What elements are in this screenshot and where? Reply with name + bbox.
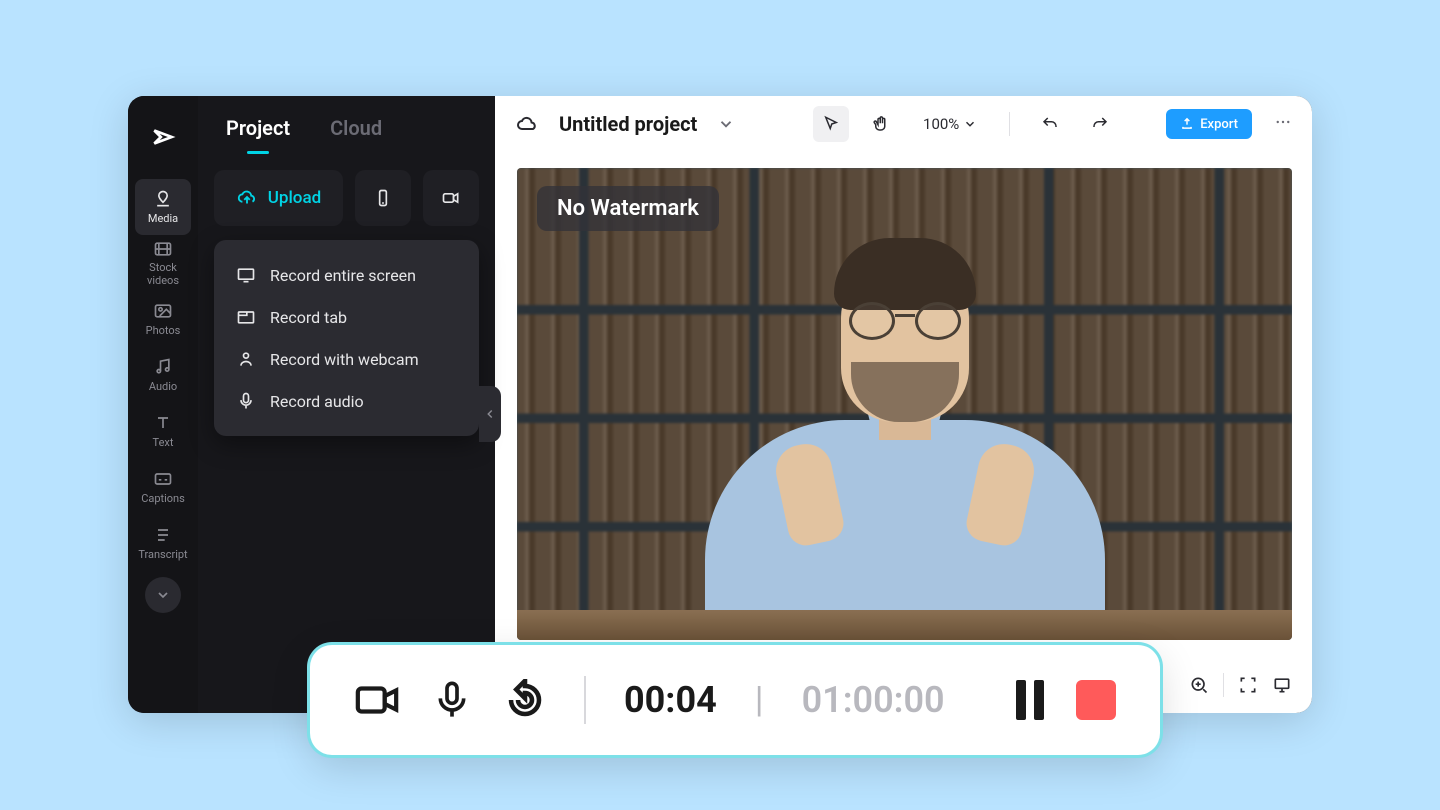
pointer-icon: [822, 115, 840, 133]
recbar-mic-button[interactable]: [432, 680, 472, 720]
fit-button[interactable]: [1238, 675, 1258, 695]
mic-icon: [432, 680, 472, 720]
sidebar-item-stock-videos[interactable]: Stock videos: [135, 235, 191, 291]
sidebar-more-button[interactable]: [145, 577, 181, 613]
upload-button[interactable]: Upload: [214, 170, 343, 226]
sidebar-item-label: Audio: [149, 380, 177, 393]
sidebar-item-captions[interactable]: Captions: [135, 459, 191, 515]
cloud-upload-icon: [236, 187, 258, 209]
tab-icon: [236, 307, 256, 327]
recbar-camera-button[interactable]: [354, 677, 400, 723]
sidebar-item-transcript[interactable]: Transcript: [135, 515, 191, 571]
phone-icon: [373, 188, 393, 208]
present-button[interactable]: [1272, 675, 1292, 695]
upload-label: Upload: [268, 188, 321, 208]
recbar-restart-button[interactable]: [504, 679, 546, 721]
time-separator: |: [755, 679, 764, 721]
zoom-level[interactable]: 100%: [923, 115, 977, 133]
mic-icon: [236, 391, 256, 411]
canvas-area: Untitled project 100% Exp: [495, 96, 1312, 713]
sidebar-item-media[interactable]: Media: [135, 179, 191, 235]
tab-project[interactable]: Project: [226, 116, 290, 140]
person-icon: [236, 349, 256, 369]
record-menu: Record entire screen Record tab Record w…: [214, 240, 479, 436]
restart-icon: [504, 679, 546, 721]
cloud-icon: [515, 112, 539, 136]
divider: [1009, 112, 1010, 136]
export-button[interactable]: Export: [1166, 109, 1252, 139]
zoom-in-icon: [1189, 675, 1209, 695]
zoom-in-button[interactable]: [1189, 675, 1209, 695]
record-menu-label: Record audio: [270, 392, 364, 411]
divider: [1223, 673, 1224, 697]
project-title[interactable]: Untitled project: [559, 112, 697, 136]
video-preview[interactable]: No Watermark: [517, 168, 1292, 640]
tab-cloud[interactable]: Cloud: [330, 116, 382, 140]
record-menu-label: Record entire screen: [270, 266, 416, 285]
presentation-icon: [1272, 675, 1292, 695]
pause-button[interactable]: [1016, 680, 1044, 720]
sidebar-item-label: Photos: [146, 324, 181, 337]
media-panel: Project Cloud Upload Record entire scree…: [198, 96, 495, 713]
sidebar-item-label: Media: [148, 212, 178, 225]
elapsed-time: 00:04: [624, 679, 717, 721]
undo-icon: [1041, 115, 1059, 133]
watermark-badge: No Watermark: [537, 186, 719, 231]
more-button[interactable]: [1274, 113, 1292, 135]
panel-tabs: Project Cloud: [198, 96, 495, 154]
fit-icon: [1238, 675, 1258, 695]
more-icon: [1274, 113, 1292, 131]
device-button[interactable]: [355, 170, 411, 226]
export-icon: [1180, 117, 1194, 131]
monitor-icon: [236, 265, 256, 285]
stop-button[interactable]: [1076, 680, 1116, 720]
sidebar-item-label: Text: [153, 436, 174, 449]
topbar: Untitled project 100% Exp: [495, 96, 1312, 152]
chevron-down-icon: [963, 117, 977, 131]
panel-button-row: Upload: [198, 154, 495, 226]
recording-bar: 00:04 | 01:00:00: [310, 645, 1160, 755]
chevron-down-icon[interactable]: [717, 115, 735, 133]
app-logo: [150, 124, 176, 157]
record-menu-label: Record with webcam: [270, 350, 419, 369]
camera-icon: [441, 188, 461, 208]
divider: [584, 676, 586, 724]
sidebar-item-label: Captions: [141, 492, 185, 505]
hand-icon: [872, 115, 890, 133]
undo-button[interactable]: [1032, 106, 1068, 142]
redo-icon: [1091, 115, 1109, 133]
total-duration: 01:00:00: [802, 679, 945, 721]
record-tab[interactable]: Record tab: [224, 296, 469, 338]
pointer-tool[interactable]: [813, 106, 849, 142]
record-with-webcam[interactable]: Record with webcam: [224, 338, 469, 380]
sidebar-item-audio[interactable]: Audio: [135, 347, 191, 403]
camera-button[interactable]: [423, 170, 479, 226]
record-menu-label: Record tab: [270, 308, 347, 327]
sidebar-item-text[interactable]: Text: [135, 403, 191, 459]
video-preview-area: No Watermark: [495, 152, 1312, 657]
redo-button[interactable]: [1082, 106, 1118, 142]
sidebar-item-photos[interactable]: Photos: [135, 291, 191, 347]
app-window: Media Stock videos Photos Audio Text Cap…: [128, 96, 1312, 713]
record-audio[interactable]: Record audio: [224, 380, 469, 422]
record-entire-screen[interactable]: Record entire screen: [224, 254, 469, 296]
hand-tool[interactable]: [863, 106, 899, 142]
camera-icon: [354, 677, 400, 723]
sidebar: Media Stock videos Photos Audio Text Cap…: [128, 96, 198, 713]
sidebar-item-label: Transcript: [138, 548, 187, 561]
sidebar-item-label: Stock videos: [135, 262, 191, 286]
